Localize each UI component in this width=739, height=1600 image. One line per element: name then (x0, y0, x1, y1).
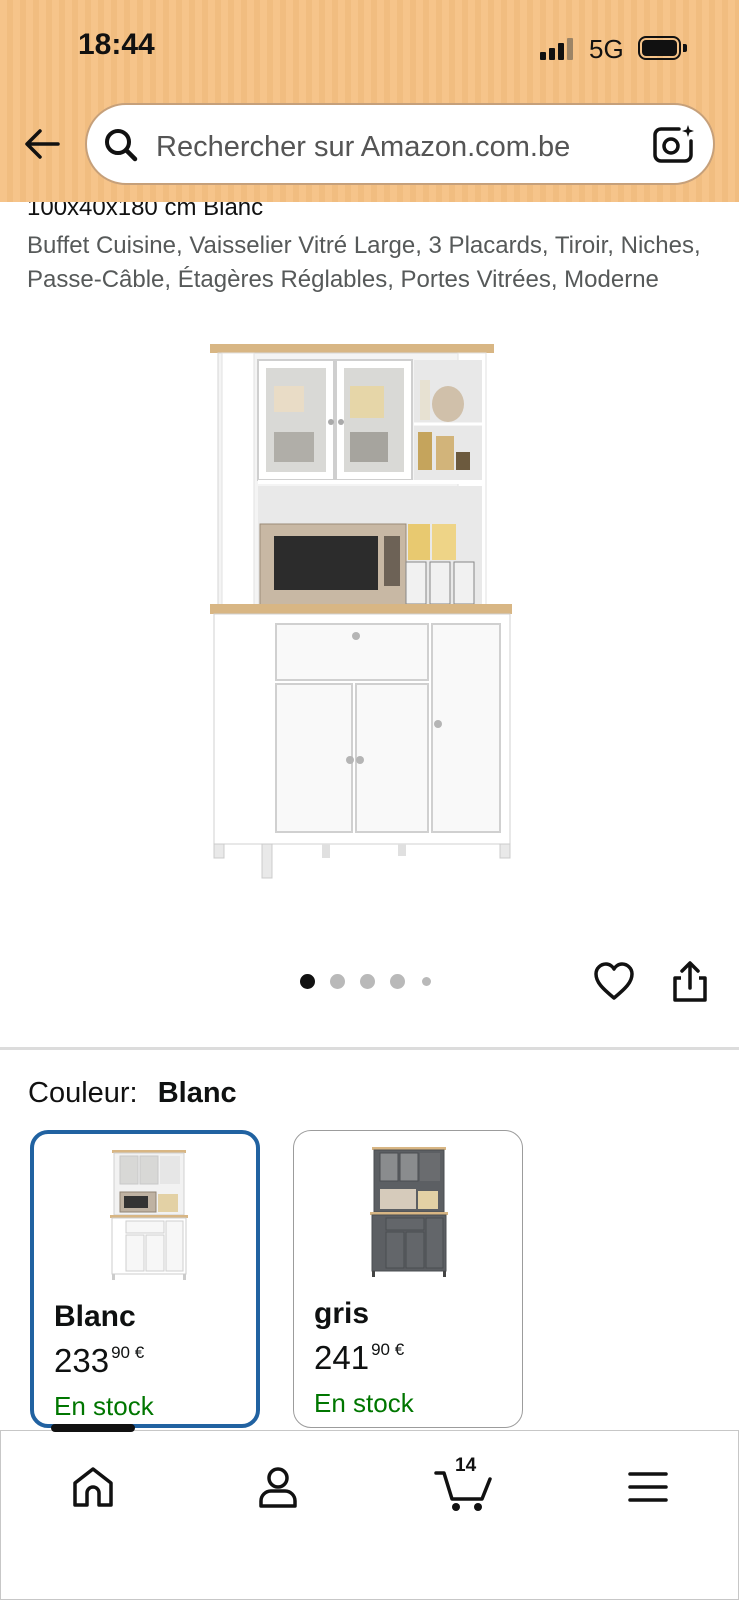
color-option-name: gris (314, 1297, 370, 1330)
account-icon[interactable] (252, 1461, 304, 1513)
price-fraction: 90 € (111, 1343, 145, 1362)
color-option-price: 241 90 € (314, 1339, 404, 1377)
cart-icon[interactable]: 14 (434, 1455, 496, 1513)
color-option-name: Blanc (54, 1300, 136, 1333)
cart-count-badge: 14 (455, 1455, 477, 1476)
battery-icon (638, 36, 687, 60)
price-fraction: 90 € (371, 1340, 405, 1359)
cellular-signal-icon (540, 38, 576, 60)
product-image[interactable] (200, 340, 540, 900)
carousel-dot[interactable] (300, 974, 315, 989)
heart-icon[interactable] (592, 960, 636, 1004)
status-time: 18:44 (78, 28, 155, 61)
color-selection-label: Couleur: Blanc (28, 1077, 237, 1110)
camera-search-icon[interactable] (651, 123, 695, 167)
price-whole: 241 (314, 1339, 370, 1376)
search-icon (101, 125, 141, 165)
color-thumbnail (366, 1145, 452, 1279)
network-type: 5G (589, 34, 624, 64)
active-tab-indicator (51, 1424, 135, 1432)
price-whole: 233 (54, 1342, 110, 1379)
color-option-gris[interactable]: gris 241 90 € En stock (293, 1130, 523, 1428)
carousel-dot[interactable] (330, 974, 345, 989)
color-option-price: 233 90 € (54, 1342, 144, 1380)
color-option-stock: En stock (54, 1391, 154, 1421)
carousel-dot[interactable] (360, 974, 375, 989)
product-subtitle: Buffet Cuisine, Vaisselier Vitré Large, … (27, 232, 701, 293)
search-bar[interactable]: Rechercher sur Amazon.com.be (85, 103, 715, 185)
bottom-navigation: 14 (0, 1424, 739, 1600)
search-input[interactable]: Rechercher sur Amazon.com.be (156, 131, 570, 164)
home-icon[interactable] (67, 1461, 119, 1513)
selected-color: Blanc (157, 1077, 237, 1109)
section-divider (0, 1047, 739, 1050)
carousel-dot[interactable] (422, 977, 431, 986)
carousel-dot[interactable] (390, 974, 405, 989)
color-thumbnail (106, 1148, 192, 1282)
color-label: Couleur: (28, 1077, 138, 1109)
color-option-blanc[interactable]: Blanc 233 90 € En stock (30, 1130, 260, 1428)
color-option-stock: En stock (314, 1388, 414, 1418)
share-icon[interactable] (668, 960, 712, 1004)
image-carousel-indicator[interactable] (300, 972, 440, 992)
back-arrow-icon[interactable] (20, 122, 64, 166)
menu-icon[interactable] (622, 1461, 674, 1513)
app-header: 18:44 5G Rechercher sur Amazon.com.be (0, 0, 739, 202)
